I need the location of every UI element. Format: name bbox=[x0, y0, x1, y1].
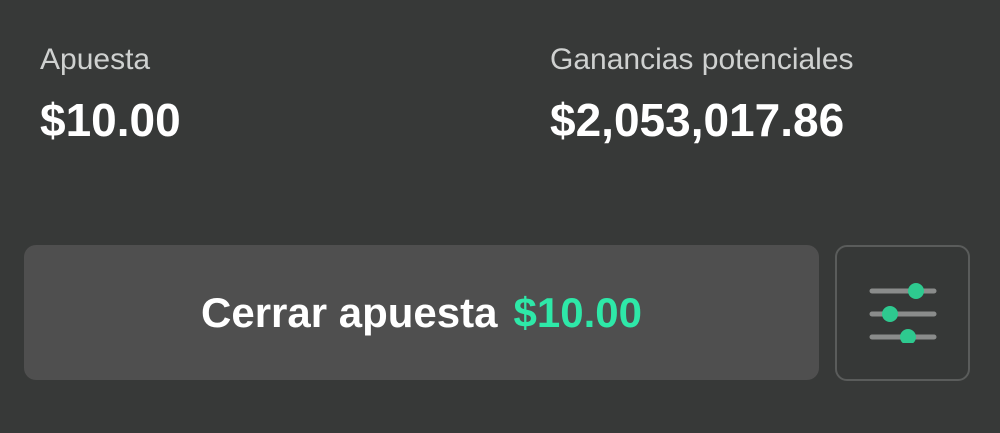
close-bet-amount: $10.00 bbox=[513, 288, 642, 336]
bet-label: Apuesta bbox=[40, 43, 151, 76]
bet-value: $10.00 bbox=[40, 94, 181, 146]
bet-settings-button[interactable] bbox=[835, 245, 970, 381]
close-bet-label: Cerrar apuesta bbox=[201, 288, 498, 336]
potential-winnings-label: Ganancias potenciales bbox=[550, 43, 854, 76]
close-bet-button[interactable]: Cerrar apuesta $10.00 bbox=[24, 245, 819, 380]
bet-summary: Apuesta $10.00 bbox=[40, 40, 181, 150]
potential-winnings-summary: Ganancias potenciales $2,053,017.86 bbox=[550, 40, 854, 150]
potential-winnings-value: $2,053,017.86 bbox=[550, 94, 845, 146]
sliders-icon bbox=[869, 283, 936, 343]
